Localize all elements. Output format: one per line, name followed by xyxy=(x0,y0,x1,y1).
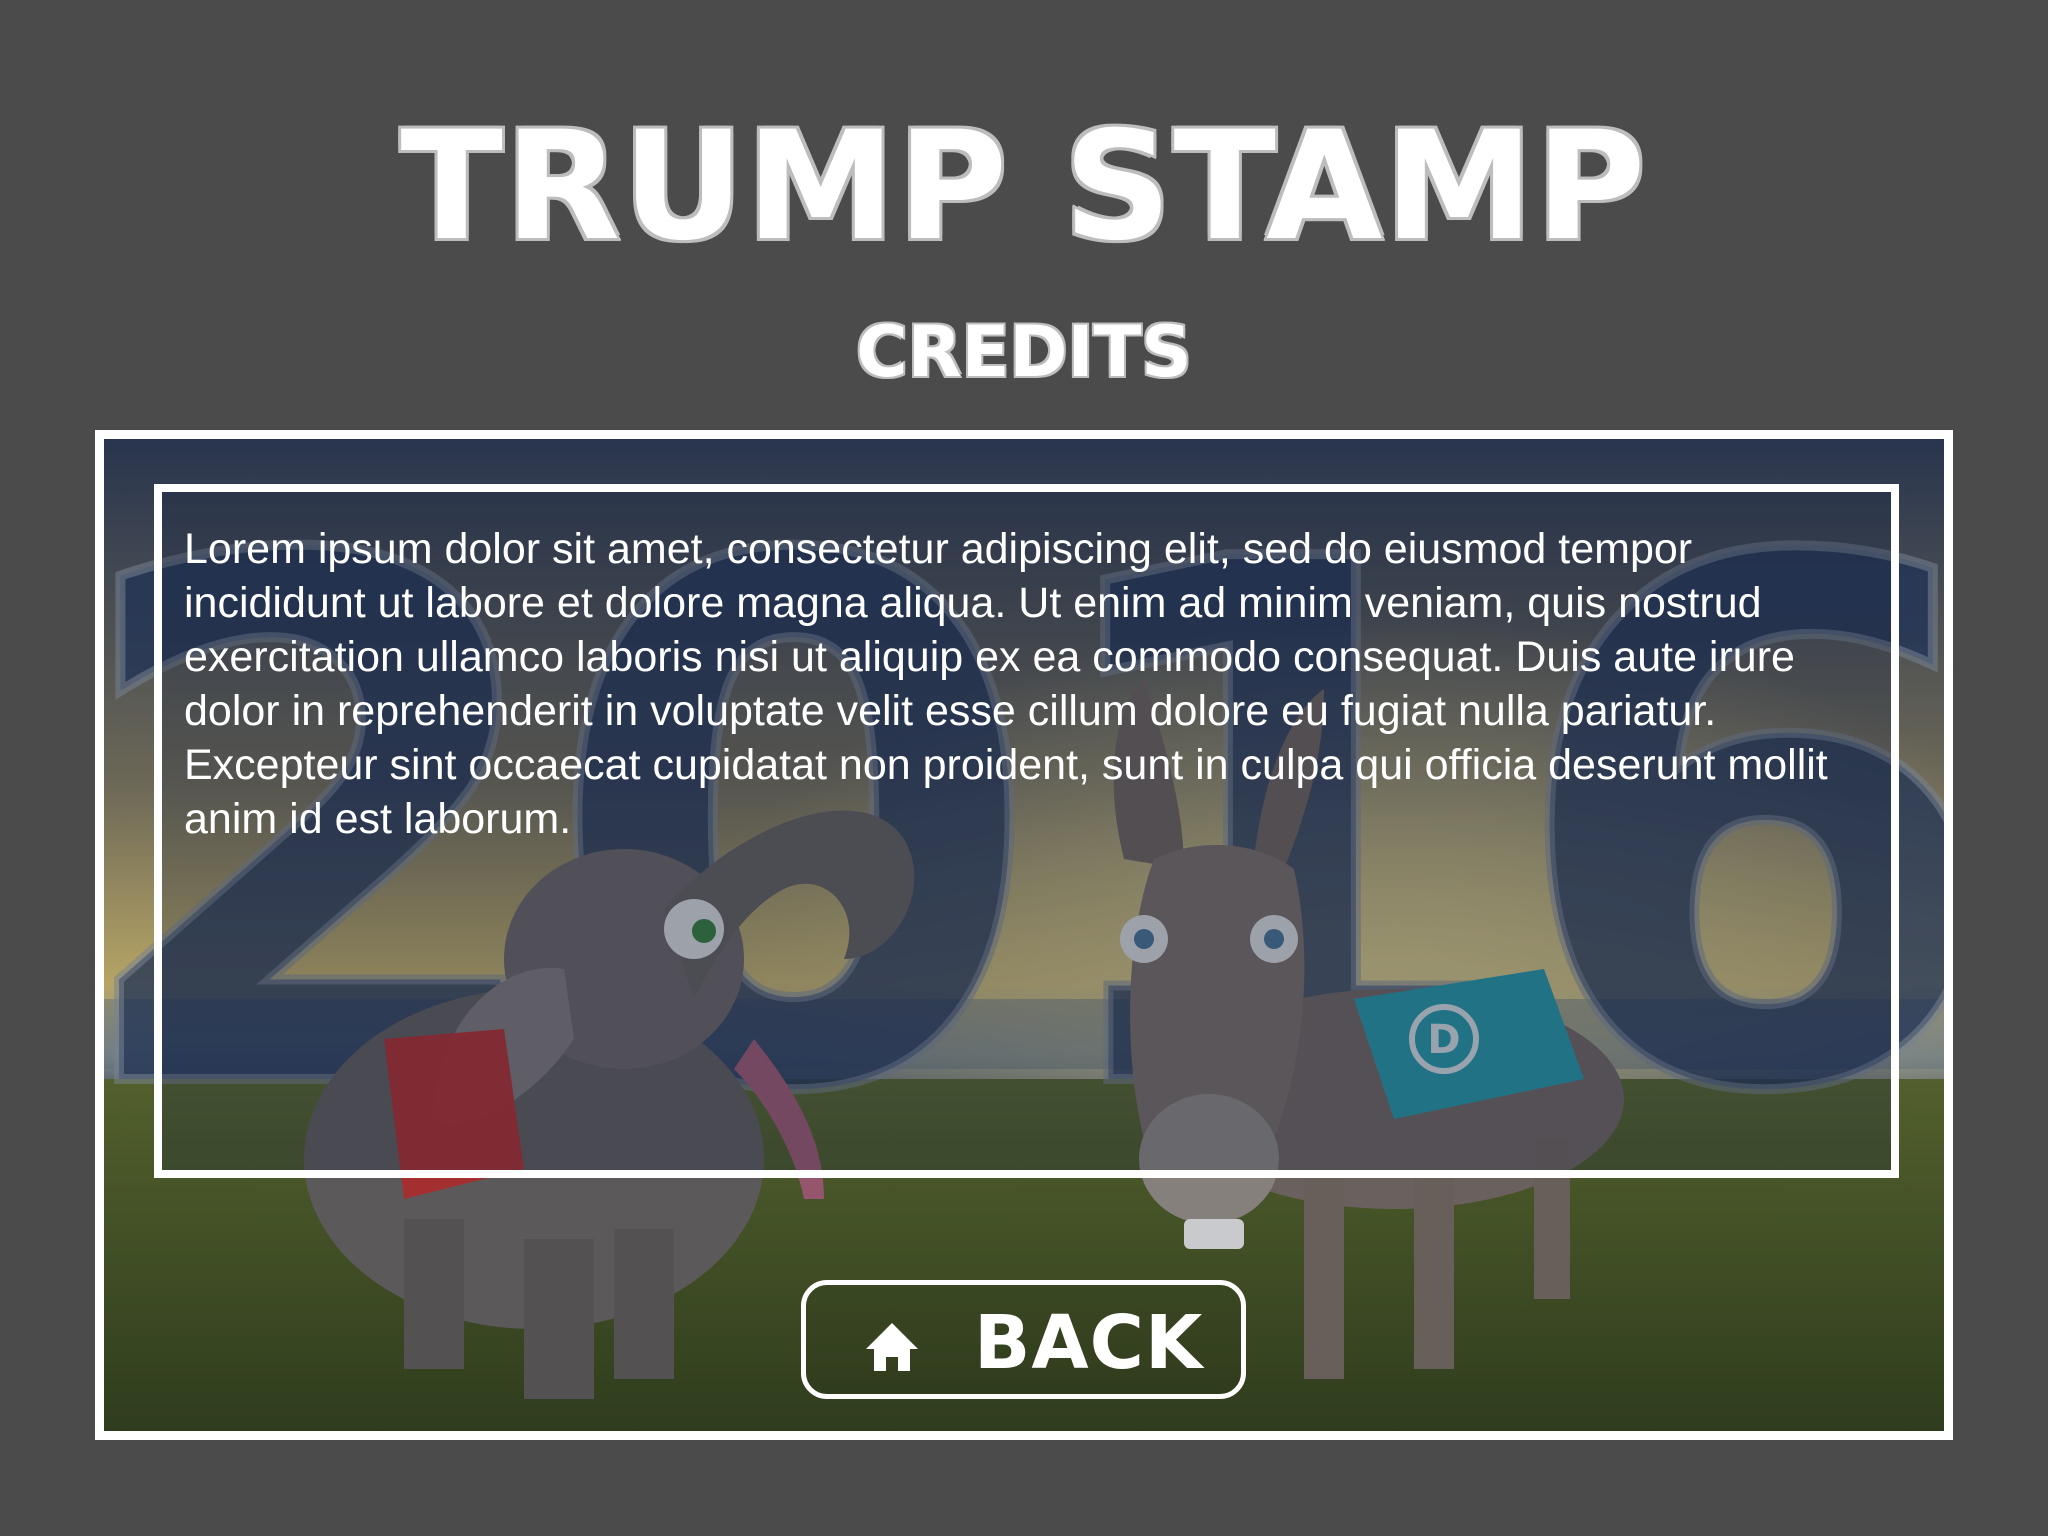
back-button-label: BACK xyxy=(974,1300,1204,1386)
credits-body-text: Lorem ipsum dolor sit amet, consectetur … xyxy=(184,525,1828,843)
screen-title: CREDITS xyxy=(855,311,1192,393)
home-icon xyxy=(866,1323,918,1371)
game-title: TRUMP STAMP xyxy=(398,100,1648,274)
back-button[interactable]: BACK xyxy=(801,1280,1246,1399)
credits-text-box: Lorem ipsum dolor sit amet, consectetur … xyxy=(154,484,1899,1178)
